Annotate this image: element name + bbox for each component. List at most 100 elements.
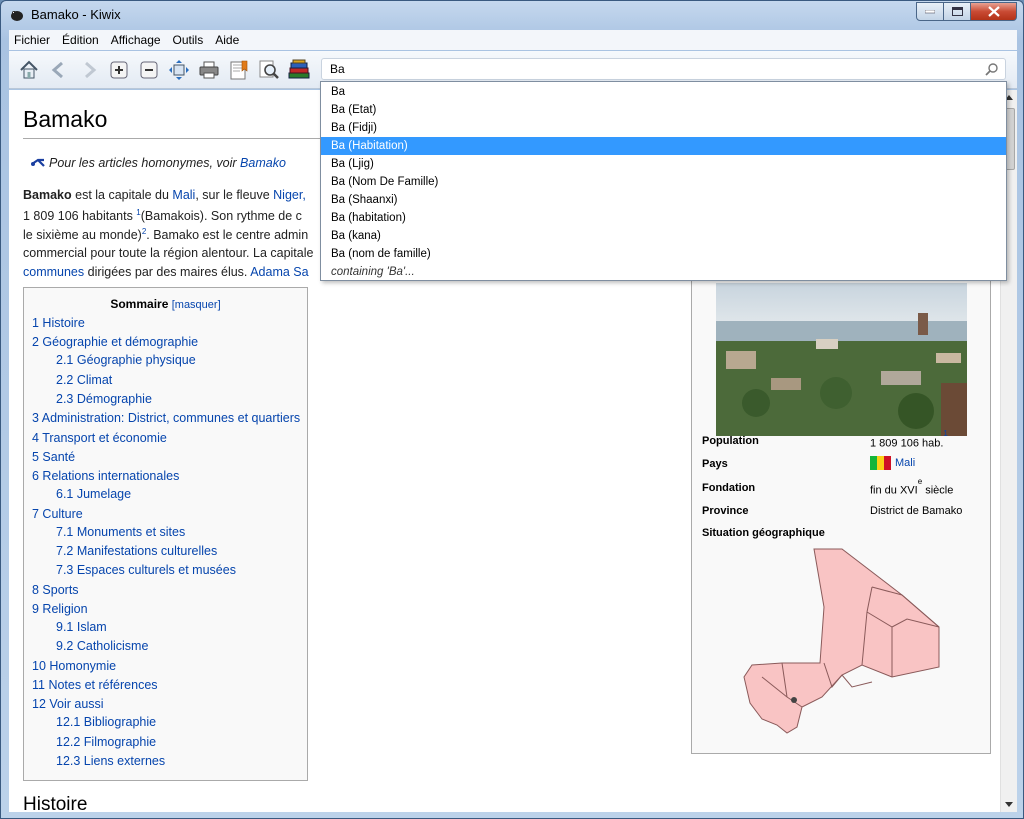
fullscreen-icon[interactable] bbox=[167, 58, 191, 82]
toc-item[interactable]: 2.1 Géographie physique bbox=[56, 353, 196, 367]
suggestion-item[interactable]: Ba (habitation) bbox=[321, 209, 1006, 227]
toc-item[interactable]: 11 Notes et références bbox=[32, 678, 158, 692]
toc-item[interactable]: 9.1 Islam bbox=[56, 620, 107, 634]
homonym-link[interactable]: Bamako bbox=[240, 156, 286, 170]
menu-edition[interactable]: Édition bbox=[62, 33, 99, 47]
infobox-label-pays: Pays bbox=[702, 458, 728, 470]
zoom-in-icon[interactable] bbox=[107, 58, 131, 82]
menu-bar: Fichier Édition Affichage Outils Aide bbox=[9, 30, 1017, 50]
toc-item[interactable]: 9 Religion bbox=[32, 602, 88, 616]
suggestion-item[interactable]: Ba (kana) bbox=[321, 227, 1006, 245]
infobox-label-situation: Situation géographique bbox=[702, 527, 825, 539]
city-photo[interactable] bbox=[716, 283, 967, 436]
title-bar[interactable]: Bamako - Kiwix bbox=[1, 1, 1023, 29]
kiwix-app-icon bbox=[11, 11, 23, 21]
toc-item[interactable]: 12.1 Bibliographie bbox=[56, 715, 156, 729]
suggestion-full-text-search[interactable]: containing 'Ba'... bbox=[321, 263, 1006, 281]
toc-item[interactable]: 9.2 Catholicisme bbox=[56, 639, 148, 653]
toc-item[interactable]: 2 Géographie et démographie bbox=[32, 335, 198, 349]
table-of-contents: Sommaire [masquer] 1 Histoire 2 Géograph… bbox=[23, 287, 308, 781]
forward-arrow-icon[interactable] bbox=[77, 58, 101, 82]
search-input[interactable] bbox=[330, 61, 970, 77]
link-communes[interactable]: communes bbox=[23, 265, 84, 279]
intro-text: est la capitale du bbox=[71, 188, 173, 202]
homonym-note: Pour les articles homonymes, voir Bamako bbox=[49, 156, 286, 170]
toc-item[interactable]: 6.1 Jumelage bbox=[56, 487, 131, 501]
intro-text: commercial pour toute la région alentour… bbox=[23, 246, 314, 260]
intro-text: (Bamakois). Son rythme de c bbox=[140, 209, 302, 224]
intro-text: 1 809 106 habitants bbox=[23, 209, 137, 224]
search-suggestions-dropdown: Ba Ba (Etat) Ba (Fidji) Ba (Habitation) … bbox=[320, 81, 1007, 281]
toc-title: Sommaire bbox=[110, 297, 169, 311]
mali-location-map[interactable] bbox=[742, 547, 942, 737]
suggestion-item[interactable]: Ba (Nom De Famille) bbox=[321, 173, 1006, 191]
menu-fichier[interactable]: Fichier bbox=[14, 33, 50, 47]
scroll-down-icon[interactable] bbox=[1005, 802, 1013, 807]
zoom-out-icon[interactable] bbox=[137, 58, 161, 82]
library-books-icon[interactable] bbox=[287, 58, 311, 82]
toc-item[interactable]: 7.1 Monuments et sites bbox=[56, 525, 185, 539]
disambiguation-icon bbox=[31, 158, 45, 167]
print-icon[interactable] bbox=[197, 58, 221, 82]
toc-item[interactable]: 4 Transport et économie bbox=[32, 431, 167, 445]
intro-line-3: le sixième au monde)2. Bamako est le cen… bbox=[23, 227, 308, 242]
minimize-button[interactable] bbox=[916, 2, 944, 21]
fondation-value: fin du XVI bbox=[870, 484, 918, 497]
suggestion-item[interactable]: Ba (Shaanxi) bbox=[321, 191, 1006, 209]
link-mali[interactable]: Mali bbox=[172, 188, 195, 202]
home-icon[interactable] bbox=[17, 58, 41, 82]
suggestion-item[interactable]: Ba (Fidji) bbox=[321, 119, 1006, 137]
intro-text: , sur le fleuve bbox=[195, 188, 274, 202]
suggestion-item-selected[interactable]: Ba (Habitation) bbox=[321, 137, 1006, 155]
toc-item[interactable]: 7 Culture bbox=[32, 507, 83, 521]
suggestion-item[interactable]: Ba (nom de famille) bbox=[321, 245, 1006, 263]
fondation-sup: e bbox=[917, 477, 923, 486]
toc-item[interactable]: 7.3 Espaces culturels et musées bbox=[56, 563, 236, 577]
toc-item[interactable]: 3 Administration: District, communes et … bbox=[32, 411, 300, 425]
suggestion-item[interactable]: Ba bbox=[321, 83, 1006, 101]
infobox-value-pays: Mali bbox=[870, 456, 915, 470]
infobox-label-fondation: Fondation bbox=[702, 482, 756, 494]
back-arrow-icon[interactable] bbox=[47, 58, 71, 82]
intro-line-2: 1 809 106 habitants 1(Bamakois). Son ryt… bbox=[23, 208, 302, 223]
intro-line-4: commercial pour toute la région alentour… bbox=[23, 246, 313, 260]
suggestion-item[interactable]: Ba (Ljig) bbox=[321, 155, 1006, 173]
fondation-tail: siècle bbox=[922, 484, 954, 497]
menu-affichage[interactable]: Affichage bbox=[111, 33, 161, 47]
toc-item[interactable]: 2.3 Démographie bbox=[56, 392, 152, 406]
kiwix-window: Bamako - Kiwix Fichier Édition Affichage… bbox=[0, 0, 1024, 819]
search-box bbox=[321, 58, 1006, 80]
menu-outils[interactable]: Outils bbox=[173, 33, 204, 47]
link-adama[interactable]: Adama Sa bbox=[250, 265, 308, 279]
toc-item[interactable]: 8 Sports bbox=[32, 583, 79, 597]
toc-item[interactable]: 10 Homonymie bbox=[32, 659, 116, 673]
mali-flag-icon bbox=[870, 456, 891, 470]
toc-item[interactable]: 1 Histoire bbox=[32, 316, 85, 330]
toc-item[interactable]: 12.2 Filmographie bbox=[56, 735, 156, 749]
suggestion-item[interactable]: Ba (Etat) bbox=[321, 101, 1006, 119]
link-niger[interactable]: Niger, bbox=[273, 188, 306, 202]
toc-item[interactable]: 7.2 Manifestations culturelles bbox=[56, 544, 217, 558]
maximize-button[interactable] bbox=[944, 2, 971, 21]
footnote-ref[interactable]: 1 bbox=[943, 429, 947, 438]
toc-item[interactable]: 5 Santé bbox=[32, 450, 75, 464]
infobox-value-province: District de Bamako bbox=[870, 505, 963, 517]
toc-toggle-link[interactable]: [masquer] bbox=[172, 299, 221, 311]
toc-heading: Sommaire [masquer] bbox=[24, 297, 307, 311]
toc-item[interactable]: 6 Relations internationales bbox=[32, 469, 179, 483]
close-button[interactable] bbox=[971, 2, 1017, 21]
menu-aide[interactable]: Aide bbox=[215, 33, 239, 47]
window-title: Bamako - Kiwix bbox=[31, 7, 121, 22]
bookmark-icon[interactable] bbox=[227, 58, 251, 82]
toc-item[interactable]: 2.2 Climat bbox=[56, 373, 112, 387]
intro-bold-title: Bamako bbox=[23, 188, 72, 202]
toc-item[interactable]: 12 Voir aussi bbox=[32, 697, 104, 711]
find-in-page-icon[interactable] bbox=[257, 58, 281, 82]
toc-item[interactable]: 12.3 Liens externes bbox=[56, 754, 165, 768]
intro-line-1: Bamako est la capitale du Mali, sur le f… bbox=[23, 188, 306, 202]
infobox-label-population: Population bbox=[702, 435, 759, 447]
link-mali-infobox[interactable]: Mali bbox=[895, 457, 915, 469]
search-icon[interactable] bbox=[985, 62, 999, 76]
homonym-text: Pour les articles homonymes, voir bbox=[49, 156, 241, 170]
infobox-value-population: 1 809 106 hab.1 bbox=[870, 429, 948, 450]
